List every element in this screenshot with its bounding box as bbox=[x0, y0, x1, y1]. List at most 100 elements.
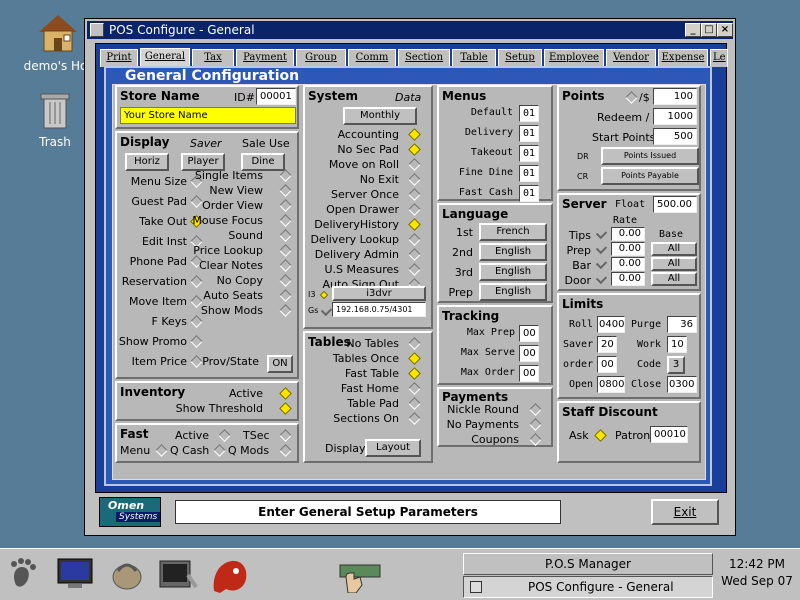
store-id-field[interactable]: 00001 bbox=[256, 88, 296, 105]
window-menu-icon[interactable] bbox=[90, 23, 104, 37]
no-exit-toggle[interactable] bbox=[408, 173, 421, 186]
mouse-focus-toggle[interactable] bbox=[279, 214, 292, 227]
monitor-icon[interactable] bbox=[56, 557, 96, 591]
roll-field[interactable]: 0400 bbox=[597, 316, 625, 333]
server-prep-check-icon[interactable] bbox=[595, 242, 608, 255]
tracking-max-order-field[interactable]: 00 bbox=[519, 365, 539, 382]
sections-on-toggle[interactable] bbox=[408, 412, 421, 425]
server-door-check-icon[interactable] bbox=[595, 272, 608, 285]
accounting-toggle[interactable] bbox=[408, 128, 421, 141]
menu-delivery-field[interactable]: 01 bbox=[519, 125, 539, 142]
layout-button[interactable]: Layout bbox=[365, 439, 421, 457]
menu-fast-cash-field[interactable]: 01 bbox=[519, 185, 539, 202]
monthly-button[interactable]: Monthly bbox=[343, 107, 417, 125]
horiz-button[interactable]: Horiz bbox=[125, 153, 169, 171]
tab-payment[interactable]: Payment bbox=[236, 49, 294, 67]
server-bar-rate-field[interactable]: 0.00 bbox=[611, 257, 645, 271]
fast-qcash-toggle[interactable] bbox=[213, 444, 226, 457]
sound-toggle[interactable] bbox=[279, 229, 292, 242]
order-view-toggle[interactable] bbox=[279, 199, 292, 212]
i3-toggle[interactable] bbox=[319, 290, 329, 300]
i3-button[interactable]: i3dvr bbox=[332, 286, 426, 301]
fast-tsec-toggle[interactable] bbox=[279, 429, 292, 442]
tab-comm[interactable]: Comm bbox=[348, 49, 396, 67]
price-lookup-toggle[interactable] bbox=[279, 244, 292, 257]
deliveryhistory-toggle[interactable] bbox=[408, 218, 421, 231]
guest-pad-toggle[interactable] bbox=[190, 195, 203, 208]
fast-qmods-toggle[interactable] bbox=[279, 444, 292, 457]
tab-general[interactable]: General bbox=[140, 48, 190, 68]
no-copy-toggle[interactable] bbox=[279, 274, 292, 287]
ask-toggle[interactable] bbox=[594, 429, 607, 442]
tab-group[interactable]: Group bbox=[296, 49, 346, 67]
work-field[interactable]: 10 bbox=[667, 336, 687, 353]
no-payments-toggle[interactable] bbox=[529, 418, 542, 431]
tracking-max-serve-field[interactable]: 00 bbox=[519, 345, 539, 362]
tab-section[interactable]: Section bbox=[398, 49, 450, 67]
show-promo-toggle[interactable] bbox=[190, 335, 203, 348]
tab-vendor[interactable]: Vendor bbox=[606, 49, 656, 67]
language-3rd-button[interactable]: English bbox=[479, 263, 547, 281]
item-price-toggle[interactable] bbox=[190, 355, 203, 368]
tab-table[interactable]: Table bbox=[452, 49, 496, 67]
no-tables-toggle[interactable] bbox=[408, 337, 421, 350]
task-pos-configure[interactable]: POS Configure - General bbox=[463, 576, 713, 598]
menu-default-field[interactable]: 01 bbox=[519, 105, 539, 122]
points-payable-button[interactable]: Points Payable bbox=[601, 167, 699, 185]
fast-home-toggle[interactable] bbox=[408, 382, 421, 395]
server-tips-rate-field[interactable]: 0.00 bbox=[611, 227, 645, 241]
coupons-toggle[interactable] bbox=[529, 433, 542, 446]
lock-icon[interactable] bbox=[108, 557, 146, 593]
reservation-toggle[interactable] bbox=[190, 275, 203, 288]
clear-notes-toggle[interactable] bbox=[279, 259, 292, 272]
table-pad-toggle[interactable] bbox=[408, 397, 421, 410]
purge-field[interactable]: 36 bbox=[667, 316, 697, 333]
mozilla-icon[interactable] bbox=[208, 555, 252, 595]
redeem-field[interactable]: 1000 bbox=[653, 108, 697, 125]
hand-pointer-icon[interactable] bbox=[334, 559, 384, 594]
points-per-dollar-toggle[interactable] bbox=[625, 91, 638, 104]
server-bar-base-button[interactable]: All bbox=[651, 257, 697, 271]
open-field[interactable]: 0800 bbox=[597, 376, 625, 393]
language-1st-button[interactable]: French bbox=[479, 223, 547, 241]
new-view-toggle[interactable] bbox=[279, 184, 292, 197]
gs-check-icon[interactable] bbox=[320, 304, 333, 317]
menu-takeout-field[interactable]: 01 bbox=[519, 145, 539, 162]
order-field[interactable]: 00 bbox=[597, 356, 617, 373]
tracking-max-prep-field[interactable]: 00 bbox=[519, 325, 539, 342]
inventory-active-toggle[interactable] bbox=[279, 387, 292, 400]
server-door-rate-field[interactable]: 0.00 bbox=[611, 272, 645, 286]
server-once-toggle[interactable] bbox=[408, 188, 421, 201]
auto-seats-toggle[interactable] bbox=[279, 289, 292, 302]
gnome-foot-icon[interactable] bbox=[6, 555, 44, 593]
gs-address-field[interactable]: 192.168.0.75/4301 bbox=[332, 302, 426, 317]
server-tips-check-icon[interactable] bbox=[595, 227, 608, 240]
show-mods-toggle[interactable] bbox=[279, 304, 292, 317]
menu-fine-dine-field[interactable]: 01 bbox=[519, 165, 539, 182]
saver-limit-field[interactable]: 20 bbox=[597, 336, 617, 353]
close-button[interactable]: × bbox=[717, 23, 733, 37]
tab-expense[interactable]: Expense bbox=[658, 49, 708, 67]
store-name-field[interactable]: Your Store Name bbox=[120, 107, 296, 124]
server-bar-check-icon[interactable] bbox=[595, 257, 608, 270]
no-sec-pad-toggle[interactable] bbox=[408, 143, 421, 156]
delivery-lookup-toggle[interactable] bbox=[408, 233, 421, 246]
fast-table-toggle[interactable] bbox=[408, 367, 421, 380]
server-door-base-button[interactable]: All bbox=[651, 272, 697, 286]
move-on-roll-toggle[interactable] bbox=[408, 158, 421, 171]
open-drawer-toggle[interactable] bbox=[408, 203, 421, 216]
float-field[interactable]: 500.00 bbox=[653, 196, 697, 213]
tab-tax[interactable]: Tax bbox=[192, 49, 234, 67]
points-per-dollar-field[interactable]: 100 bbox=[653, 88, 697, 105]
u-s-measures-toggle[interactable] bbox=[408, 263, 421, 276]
tables-once-toggle[interactable] bbox=[408, 352, 421, 365]
inventory-threshold-toggle[interactable] bbox=[279, 402, 292, 415]
nickle-round-toggle[interactable] bbox=[529, 403, 542, 416]
tab-le[interactable]: Le bbox=[710, 49, 728, 67]
terminal-icon[interactable] bbox=[158, 557, 198, 593]
start-points-field[interactable]: 500 bbox=[653, 128, 697, 145]
code-button[interactable]: 3 bbox=[667, 356, 685, 374]
maximize-button[interactable]: □ bbox=[701, 23, 717, 37]
tab-print[interactable]: Print bbox=[100, 49, 138, 67]
delivery-admin-toggle[interactable] bbox=[408, 248, 421, 261]
